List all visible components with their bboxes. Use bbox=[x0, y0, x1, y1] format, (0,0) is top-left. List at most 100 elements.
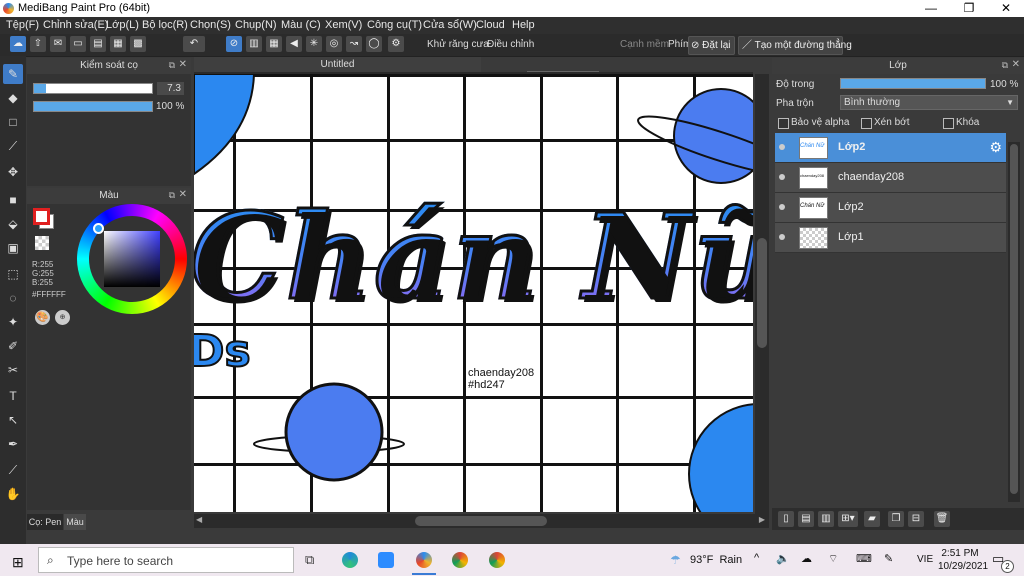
select-pen-icon[interactable]: ✐ bbox=[3, 336, 23, 356]
tab-untitled[interactable]: Untitled bbox=[194, 57, 481, 72]
volume-icon[interactable]: 🔈 bbox=[776, 552, 790, 565]
search-box[interactable]: ⌕ Type here to search bbox=[38, 547, 294, 573]
menu-edit[interactable]: Chỉnh sửa(E) bbox=[43, 19, 108, 31]
eyedropper-icon[interactable]: ⟋ bbox=[3, 460, 23, 480]
chat-icon[interactable]: ▭ bbox=[70, 36, 86, 52]
visibility-eye-icon[interactable] bbox=[779, 204, 785, 210]
palette-add-icon[interactable]: ⊕ bbox=[55, 310, 70, 325]
clock[interactable]: 2:51 PM 10/29/2021 bbox=[938, 547, 988, 573]
transparent-swatch[interactable] bbox=[35, 236, 49, 250]
lock-checkbox[interactable] bbox=[943, 118, 954, 129]
popout-icon[interactable]: ⧉ bbox=[169, 190, 175, 201]
close-panel-icon[interactable]: ✕ bbox=[179, 189, 187, 200]
close-panel-icon[interactable]: ✕ bbox=[179, 59, 187, 70]
brush-tool-icon[interactable]: ✎ bbox=[3, 64, 23, 84]
close-panel-icon[interactable]: ✕ bbox=[1012, 59, 1020, 70]
clip-checkbox[interactable] bbox=[861, 118, 872, 129]
brush-opacity-slider[interactable] bbox=[33, 101, 153, 112]
scroll-left-icon[interactable]: ◀ bbox=[196, 515, 202, 524]
medibang-icon[interactable] bbox=[416, 552, 432, 568]
menu-window[interactable]: Cửa sổ(W) bbox=[423, 19, 477, 31]
layer-scrollbar[interactable] bbox=[1008, 142, 1020, 502]
saturation-square[interactable] bbox=[104, 231, 160, 287]
vertical-scrollbar[interactable] bbox=[755, 74, 769, 514]
tab-color[interactable]: Màu bbox=[64, 514, 86, 530]
grid-icon[interactable]: ▦ bbox=[110, 36, 126, 52]
language-indicator[interactable]: VIE bbox=[917, 554, 933, 565]
menu-view[interactable]: Xem(V) bbox=[325, 19, 362, 31]
ellipse-snap-icon[interactable]: ◯ bbox=[366, 36, 382, 52]
no-snap-icon[interactable]: ⊘ bbox=[226, 36, 242, 52]
new-halftone-layer-icon[interactable]: ▤ bbox=[798, 511, 814, 527]
menu-layer[interactable]: Lớp(L) bbox=[106, 19, 139, 31]
popout-icon[interactable]: ⧉ bbox=[1002, 60, 1008, 71]
cloud-sync-icon[interactable]: ☁ bbox=[801, 552, 812, 565]
operation-tool-icon[interactable]: ↖ bbox=[3, 410, 23, 430]
network-icon[interactable]: ⌔ bbox=[828, 552, 838, 566]
maximize-button[interactable]: ❐ bbox=[952, 0, 986, 17]
pen-workspace-icon[interactable]: ✎ bbox=[884, 552, 893, 565]
visibility-eye-icon[interactable] bbox=[779, 174, 785, 180]
straight-line-button[interactable]: ／ Tạo một đường thẳng bbox=[738, 36, 852, 55]
curve-snap-icon[interactable]: ↝ bbox=[346, 36, 362, 52]
layer-row-3[interactable]: Chán Nữ Lớp2 bbox=[775, 193, 1006, 223]
fill-rect-tool-icon[interactable]: ■ bbox=[3, 190, 23, 210]
rectangle-tool-icon[interactable]: □ bbox=[3, 112, 23, 132]
task-view-icon[interactable]: ⧉ bbox=[305, 552, 314, 568]
line-tool-icon[interactable]: ⟋ bbox=[3, 136, 23, 156]
blend-mode-select[interactable]: Bình thường ▼ bbox=[840, 95, 1018, 110]
visibility-eye-icon[interactable] bbox=[779, 234, 785, 240]
hand-tool-icon[interactable]: ✋ bbox=[3, 484, 23, 504]
drawing-canvas[interactable]: Chán Nữ Ds chaenday208 #hd247 bbox=[194, 74, 753, 512]
palette-icon[interactable]: 🎨 bbox=[35, 310, 50, 325]
layer-row-4[interactable]: Lớp1 bbox=[775, 223, 1006, 253]
trash-icon[interactable]: 🗑 bbox=[934, 511, 950, 527]
vanishing-snap-icon[interactable]: ◀ bbox=[286, 36, 302, 52]
snap-settings-icon[interactable]: ⚙ bbox=[388, 36, 404, 52]
lasso-tool-icon[interactable]: ◌ bbox=[3, 288, 23, 308]
select-eraser-icon[interactable]: ✂ bbox=[3, 360, 23, 380]
primary-color-swatch[interactable] bbox=[33, 208, 50, 225]
menu-cloud[interactable]: Cloud bbox=[476, 19, 505, 31]
vertical-scroll-thumb[interactable] bbox=[757, 238, 767, 348]
new-8bit-layer-icon[interactable]: ▥ bbox=[818, 511, 834, 527]
bucket-tool-icon[interactable]: ⬙ bbox=[3, 214, 23, 234]
chrome-icon[interactable] bbox=[452, 552, 468, 568]
protect-alpha-checkbox[interactable] bbox=[778, 118, 789, 129]
radial-snap-icon[interactable]: ✳ bbox=[306, 36, 322, 52]
undo-icon[interactable]: ↶ bbox=[183, 36, 205, 52]
duplicate-layer-icon[interactable]: ❐ bbox=[888, 511, 904, 527]
gradient-tool-icon[interactable]: ▣ bbox=[3, 238, 23, 258]
layer-row-1[interactable]: Chán Nữ Lớp2 ⚙ bbox=[775, 133, 1006, 163]
circle-snap-icon[interactable]: ◎ bbox=[326, 36, 342, 52]
hue-handle[interactable] bbox=[93, 223, 104, 234]
new-layer-icon[interactable]: ▯ bbox=[778, 511, 794, 527]
close-button[interactable]: ✕ bbox=[989, 0, 1023, 17]
upload-icon[interactable]: ⇧ bbox=[30, 36, 46, 52]
scroll-right-icon[interactable]: ▶ bbox=[759, 515, 765, 524]
popout-icon[interactable]: ⧉ bbox=[169, 60, 175, 71]
edge-icon[interactable] bbox=[342, 552, 358, 568]
folder-icon[interactable]: ▰ bbox=[864, 511, 880, 527]
minimize-button[interactable]: — bbox=[914, 0, 948, 17]
eraser-tool-icon[interactable]: ◆ bbox=[3, 88, 23, 108]
cross-snap-icon[interactable]: ▦ bbox=[266, 36, 282, 52]
gear-icon[interactable]: ⚙ bbox=[989, 139, 1002, 156]
windows-start-icon[interactable]: ⊞ bbox=[12, 554, 24, 571]
keyboard-icon[interactable]: ⌨ bbox=[856, 552, 872, 565]
brush-size-value[interactable]: 7.3 bbox=[157, 82, 184, 95]
menu-filter[interactable]: Bộ lọc(R) bbox=[142, 19, 188, 31]
menu-tools[interactable]: Công cụ(T) bbox=[367, 19, 422, 31]
magic-wand-icon[interactable]: ✦ bbox=[3, 312, 23, 332]
horizontal-scrollbar[interactable]: ◀ ▶ bbox=[194, 514, 769, 528]
weather-text[interactable]: 93°F Rain bbox=[690, 554, 742, 566]
tiles-icon[interactable]: ▩ bbox=[130, 36, 146, 52]
horizontal-scroll-thumb[interactable] bbox=[415, 516, 547, 526]
dropper-tool-icon[interactable]: ✒ bbox=[3, 434, 23, 454]
cloud-icon[interactable]: ☁ bbox=[10, 36, 26, 52]
text-tool-icon[interactable]: T bbox=[3, 386, 23, 406]
menu-file[interactable]: Tệp(F) bbox=[6, 19, 39, 31]
move-tool-icon[interactable]: ✥ bbox=[3, 162, 23, 182]
chrome-icon[interactable] bbox=[489, 552, 505, 568]
layer-row-2[interactable]: chaenday208 chaenday208 bbox=[775, 163, 1006, 193]
